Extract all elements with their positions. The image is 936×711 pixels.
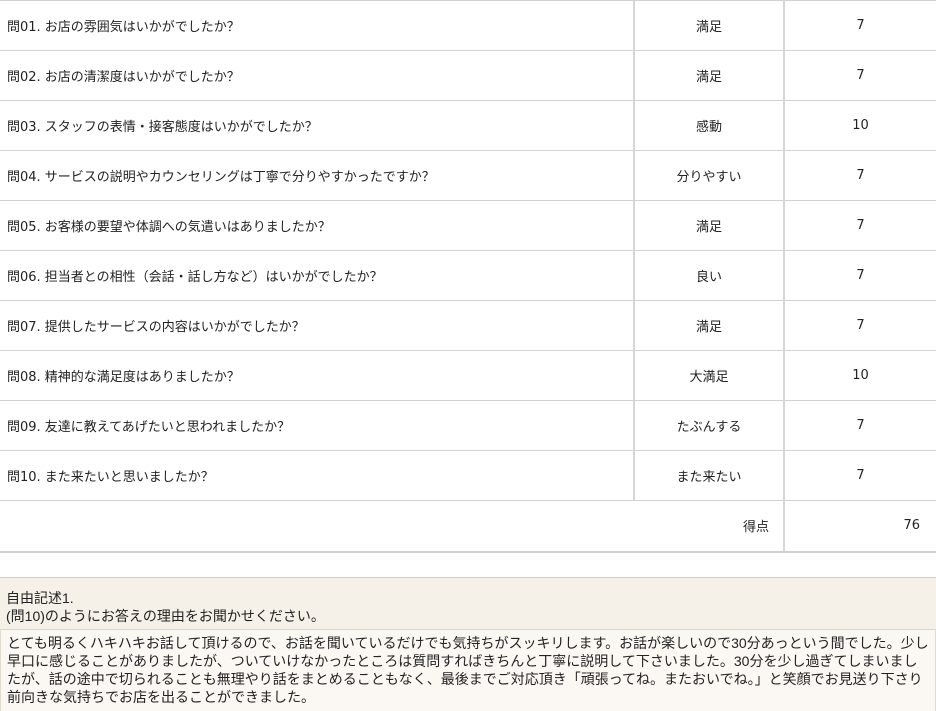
question-text: 問04. サービスの説明やカウンセリングは丁寧で分りやすかったですか？ bbox=[0, 150, 635, 201]
question-row-07: 問07. 提供したサービスの内容はいかがでしたか？ 満足 7 bbox=[0, 300, 936, 351]
question-text: 問03. スタッフの表情・接客態度はいかがでしたか？ bbox=[0, 100, 635, 151]
question-answer: 感動 bbox=[634, 100, 785, 151]
question-row-01: 問01. お店の雰囲気はいかがでしたか？ 満足 7 bbox=[0, 0, 936, 51]
question-row-03: 問03. スタッフの表情・接客態度はいかがでしたか？ 感動 10 bbox=[0, 100, 936, 151]
question-score: 7 bbox=[784, 50, 936, 101]
question-row-09: 問09. 友達に教えてあげたいと思われましたか？ たぶんする 7 bbox=[0, 400, 936, 451]
question-text: 問09. 友達に教えてあげたいと思われましたか？ bbox=[0, 400, 635, 451]
total-score-row: 得点 76 bbox=[0, 500, 936, 553]
question-text: 問08. 精神的な満足度はありましたか？ bbox=[0, 350, 635, 401]
question-text: 問07. 提供したサービスの内容はいかがでしたか？ bbox=[0, 300, 635, 351]
question-row-08: 問08. 精神的な満足度はありましたか？ 大満足 10 bbox=[0, 350, 936, 401]
question-score: 7 bbox=[784, 150, 936, 201]
question-answer: 満足 bbox=[634, 50, 785, 101]
question-row-05: 問05. お客様の要望や体調への気遣いはありましたか？ 満足 7 bbox=[0, 200, 936, 251]
survey-results-table: 問01. お店の雰囲気はいかがでしたか？ 満足 7 問02. お店の清潔度はいか… bbox=[0, 0, 936, 553]
question-row-02: 問02. お店の清潔度はいかがでしたか？ 満足 7 bbox=[0, 50, 936, 101]
total-score-label: 得点 bbox=[0, 500, 785, 553]
question-row-06: 問06. 担当者との相性（会話・話し方など）はいかがでしたか？ 良い 7 bbox=[0, 250, 936, 301]
free-comment-body: とても明るくハキハキお話して頂けるので、お話を聞いているだけでも気持ちがスッキリ… bbox=[0, 630, 936, 711]
question-score: 7 bbox=[784, 450, 936, 501]
question-score: 7 bbox=[784, 200, 936, 251]
question-text: 問10. また来たいと思いましたか？ bbox=[0, 450, 635, 501]
question-text: 問02. お店の清潔度はいかがでしたか？ bbox=[0, 50, 635, 101]
question-score: 7 bbox=[784, 250, 936, 301]
question-row-04: 問04. サービスの説明やカウンセリングは丁寧で分りやすかったですか？ 分りやす… bbox=[0, 150, 936, 201]
question-score: 7 bbox=[784, 0, 936, 51]
free-comment-prompt: (問10)のようにお答えの理由をお聞かせください。 bbox=[6, 608, 325, 624]
free-comment-section: 自由記述1. (問10)のようにお答えの理由をお聞かせください。 とても明るくハ… bbox=[0, 577, 936, 711]
question-answer: たぶんする bbox=[634, 400, 785, 451]
question-text: 問06. 担当者との相性（会話・話し方など）はいかがでしたか？ bbox=[0, 250, 635, 301]
question-answer: 満足 bbox=[634, 300, 785, 351]
question-row-10: 問10. また来たいと思いましたか？ また来たい 7 bbox=[0, 450, 936, 501]
question-answer: また来たい bbox=[634, 450, 785, 501]
total-score-value: 76 bbox=[784, 500, 936, 553]
question-score: 10 bbox=[784, 100, 936, 151]
question-answer: 大満足 bbox=[634, 350, 785, 401]
question-score: 7 bbox=[784, 300, 936, 351]
question-text: 問05. お客様の要望や体調への気遣いはありましたか？ bbox=[0, 200, 635, 251]
question-score: 7 bbox=[784, 400, 936, 451]
survey-rows: 問01. お店の雰囲気はいかがでしたか？ 満足 7 問02. お店の清潔度はいか… bbox=[0, 0, 936, 553]
question-text: 問01. お店の雰囲気はいかがでしたか？ bbox=[0, 0, 635, 51]
question-answer: 満足 bbox=[634, 200, 785, 251]
question-answer: 良い bbox=[634, 250, 785, 301]
question-answer: 満足 bbox=[634, 0, 785, 51]
free-comment-heading: 自由記述1. bbox=[6, 590, 74, 606]
question-answer: 分りやすい bbox=[634, 150, 785, 201]
free-comment-header: 自由記述1. (問10)のようにお答えの理由をお聞かせください。 bbox=[0, 578, 936, 630]
question-score: 10 bbox=[784, 350, 936, 401]
